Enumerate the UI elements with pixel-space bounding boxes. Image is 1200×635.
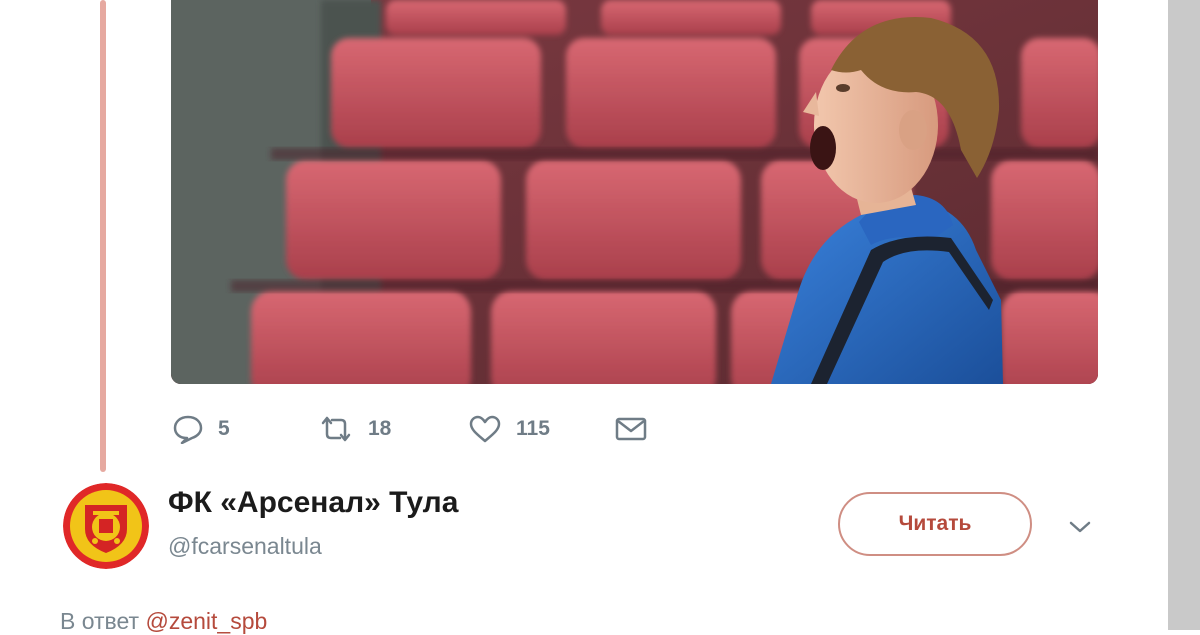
reply-button[interactable]: 5 (172, 412, 230, 446)
retweet-icon (318, 414, 354, 444)
reply-context: В ответ @zenit_spb (60, 608, 267, 635)
like-count: 115 (516, 417, 550, 440)
display-name[interactable]: ФК «Арсенал» Тула (168, 486, 458, 520)
user-handle[interactable]: @fcarsenaltula (168, 533, 322, 560)
reply-count: 5 (218, 417, 230, 440)
more-options-button[interactable] (1066, 515, 1094, 543)
reply-prefix: В ответ (60, 608, 140, 634)
like-button[interactable]: 115 (468, 412, 550, 446)
retweet-count: 18 (368, 417, 392, 440)
follow-button[interactable]: Читать (838, 492, 1032, 556)
reply-mention-link[interactable]: @zenit_spb (145, 608, 267, 634)
chevron-down-icon (1068, 520, 1092, 539)
scrollbar[interactable] (1168, 0, 1200, 630)
stadium-photo-image (171, 0, 1098, 384)
reply-icon (172, 414, 204, 444)
arsenal-tula-logo-icon (63, 483, 149, 569)
tweet-photo[interactable] (171, 0, 1098, 384)
envelope-icon (615, 416, 647, 442)
avatar[interactable] (63, 483, 149, 569)
heart-icon (468, 414, 502, 444)
thread-connector-line (100, 0, 106, 472)
direct-message-button[interactable] (615, 412, 647, 446)
retweet-button[interactable]: 18 (318, 412, 391, 446)
